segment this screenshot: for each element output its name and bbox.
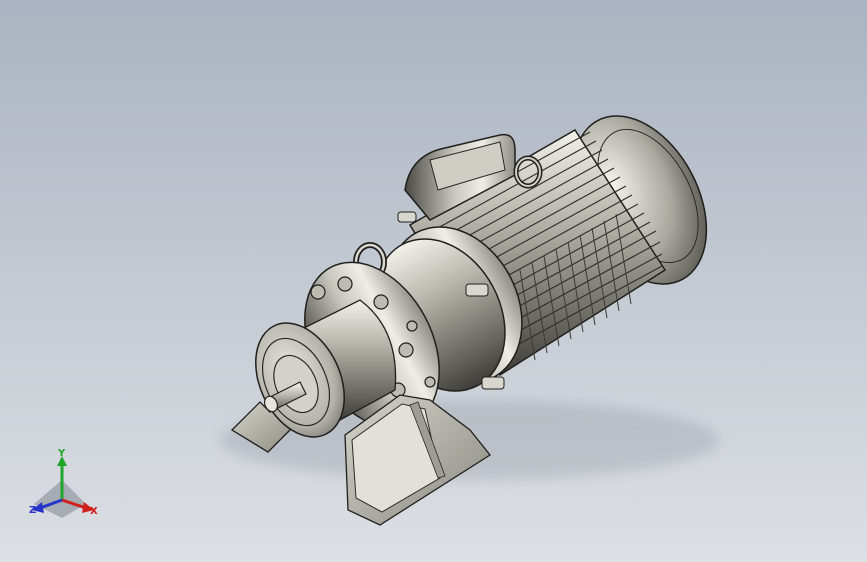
triad-x-label: X (90, 506, 98, 517)
gear-motor-model[interactable] (0, 0, 867, 562)
triad-y-label: Y (58, 448, 66, 459)
triad-z-label: Z (29, 505, 37, 516)
graphics-viewport[interactable]: Y X Z (0, 0, 867, 562)
